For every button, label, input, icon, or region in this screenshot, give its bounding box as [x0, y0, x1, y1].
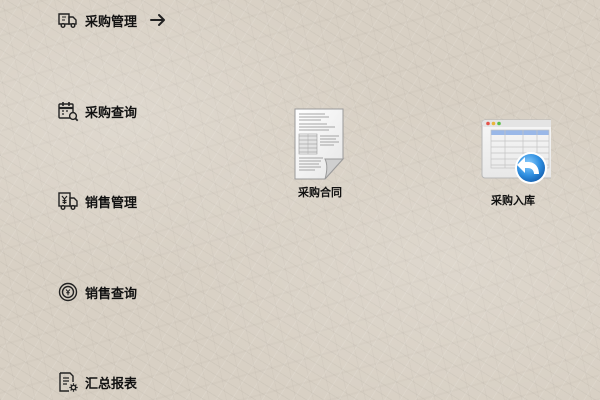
sidebar-item-label: 销售查询 — [85, 286, 138, 302]
arrow-right-icon — [149, 12, 167, 28]
sidebar-item-purchase-query[interactable]: 采购查询 — [57, 98, 137, 124]
desktop-icon-label: 采购入库 — [491, 194, 535, 207]
spreadsheet-return-icon — [481, 119, 551, 184]
yen-box-truck-icon — [57, 190, 79, 212]
sidebar-item-label: 销售管理 — [85, 195, 138, 211]
desktop-icon-label: 采购合同 — [298, 186, 342, 199]
sidebar-item-label: 汇总报表 — [85, 376, 138, 392]
sidebar-item-label: 采购查询 — [85, 105, 138, 121]
coin-search-icon — [57, 281, 79, 303]
sidebar: 采购管理 采购查询 销售管理 销售查询 汇总报表 — [0, 0, 200, 400]
calendar-search-icon — [57, 100, 79, 122]
sidebar-item-summary-report[interactable]: 汇总报表 — [57, 369, 137, 395]
delivery-truck-icon — [57, 9, 79, 31]
sidebar-item-sales-query[interactable]: 销售查询 — [57, 279, 137, 305]
desktop-icon-purchase-inbound[interactable]: 采购入库 — [468, 114, 558, 208]
document-icon — [294, 108, 345, 180]
sidebar-item-purchase-management[interactable]: 采购管理 — [57, 7, 167, 33]
report-gear-icon — [57, 371, 79, 393]
desktop-icon-purchase-contract[interactable]: 采购合同 — [275, 106, 365, 200]
sidebar-item-label: 采购管理 — [85, 14, 138, 30]
sidebar-item-sales-management[interactable]: 销售管理 — [57, 188, 137, 214]
